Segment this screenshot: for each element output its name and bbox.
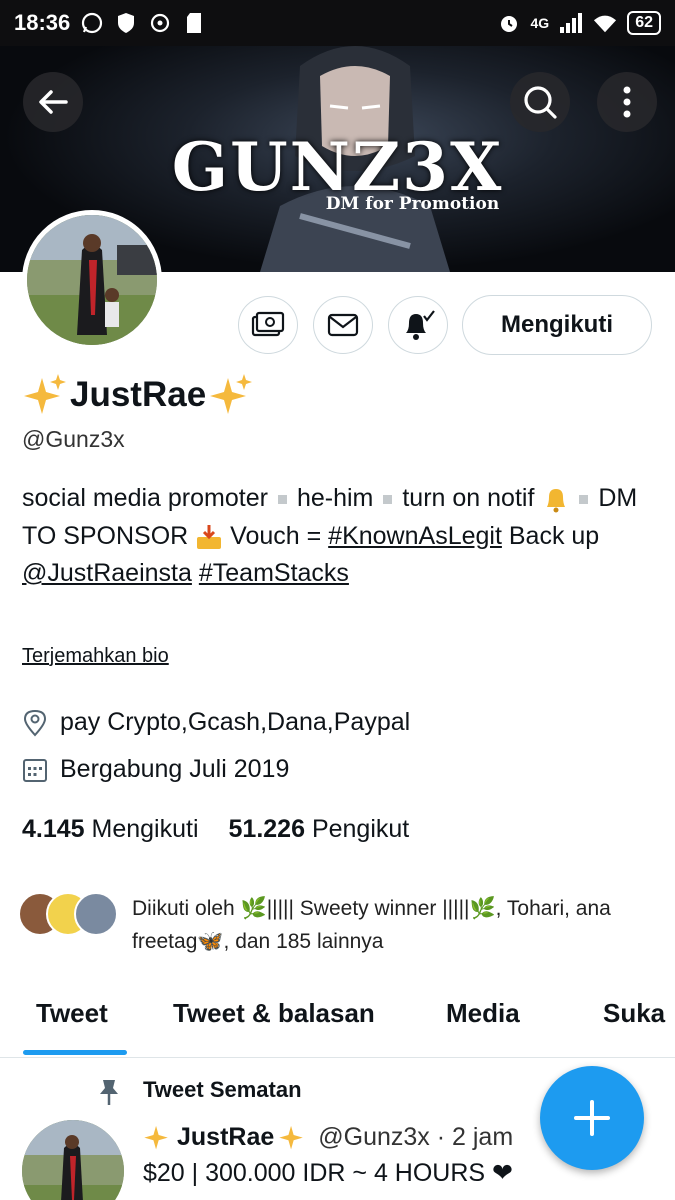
compose-tweet-button[interactable] xyxy=(540,1066,644,1170)
wifi-icon xyxy=(593,11,617,35)
followed-by-text: Diikuti oleh 🌿||||| Sweety winner |||||🌿… xyxy=(132,897,611,953)
bio-text: turn on notif xyxy=(402,484,535,512)
followers-link[interactable]: 51.226 Pengikut xyxy=(229,815,410,844)
following-label: Mengikuti xyxy=(91,815,199,843)
followers-label: Pengikut xyxy=(311,815,410,843)
message-button[interactable] xyxy=(313,296,373,354)
location-text: pay Crypto,Gcash,Dana,Paypal xyxy=(60,708,411,736)
avatar xyxy=(74,892,118,936)
sparkles-icon xyxy=(279,1125,304,1150)
joined-row: Bergabung Juli 2019 xyxy=(22,755,289,784)
more-vertical-icon xyxy=(623,86,631,118)
tips-button[interactable] xyxy=(238,296,298,354)
shield-icon xyxy=(114,11,138,35)
profile-bio: social media promoter he-him turn on notif… xyxy=(22,480,652,593)
calendar-icon xyxy=(23,758,47,782)
avatar-photo xyxy=(22,1120,124,1200)
back-button[interactable] xyxy=(23,72,83,132)
location-pin-icon xyxy=(23,709,47,736)
tab-likes[interactable]: Suka xyxy=(603,998,665,1029)
follow-stats: 4.145 Mengikuti 51.226 Pengikut xyxy=(22,815,409,844)
alarm-icon xyxy=(497,11,521,35)
sparkles-icon xyxy=(24,374,66,414)
whatsapp-icon xyxy=(80,11,104,35)
active-tab-indicator xyxy=(23,1050,127,1055)
tab-media[interactable]: Media xyxy=(446,998,520,1029)
status-bar: 18:36 4G 62 xyxy=(0,0,675,46)
tweet-header: JustRae @Gunz3x · 2 jam xyxy=(143,1122,513,1152)
location-row: pay Crypto,Gcash,Dana,Paypal xyxy=(22,708,410,737)
following-count: 4.145 xyxy=(22,815,85,843)
signal-icon xyxy=(559,11,583,35)
bell-emoji-icon xyxy=(547,489,566,513)
tweet-text: $20 | 300.000 IDR ~ 4 HOURS ❤ xyxy=(143,1159,513,1187)
mention-link[interactable]: @JustRaeinsta xyxy=(22,559,192,587)
tab-tweets-replies[interactable]: Tweet & balasan xyxy=(173,998,375,1029)
separator xyxy=(383,494,393,504)
joined-text: Bergabung Juli 2019 xyxy=(60,755,290,783)
display-name-text: JustRae xyxy=(70,375,207,414)
display-name: JustRae xyxy=(22,372,254,418)
search-button[interactable] xyxy=(510,72,570,132)
bio-text: Vouch = xyxy=(230,521,322,550)
chat-icon xyxy=(148,11,172,35)
sparkles-icon xyxy=(210,374,253,414)
money-icon xyxy=(251,311,285,337)
following-button[interactable]: Mengikuti xyxy=(462,295,652,355)
separator xyxy=(579,494,589,504)
followers-count: 51.226 xyxy=(228,815,305,843)
bio-text: Back up xyxy=(508,521,600,550)
pinned-tweet-label: Tweet Sematan xyxy=(143,1077,302,1102)
follower-avatars xyxy=(18,892,118,936)
tweet-avatar[interactable] xyxy=(22,1120,124,1200)
hashtag-link[interactable]: #KnownAsLegit xyxy=(328,522,502,550)
status-time: 18:36 xyxy=(14,10,71,35)
network-type: 4G xyxy=(530,15,550,31)
system-icons: 4G 62 xyxy=(497,11,661,35)
envelope-icon xyxy=(327,313,359,337)
plus-icon xyxy=(574,1100,610,1136)
profile-handle: @Gunz3x xyxy=(22,426,125,452)
hashtag-link[interactable]: #TeamStacks xyxy=(199,559,349,587)
separator xyxy=(277,494,287,504)
translate-bio-link[interactable]: Terjemahkan bio xyxy=(22,645,169,668)
arrow-left-icon xyxy=(39,90,68,114)
profile-tabs: Tweet Tweet & balasan Media Suka xyxy=(0,980,675,1058)
sd-card-icon xyxy=(182,11,206,35)
search-icon xyxy=(524,86,557,119)
more-options-button[interactable] xyxy=(597,72,657,132)
sparkles-icon xyxy=(144,1125,168,1150)
followed-by-row[interactable]: Diikuti oleh 🌿||||| Sweety winner |||||🌿… xyxy=(18,892,652,958)
profile-avatar[interactable] xyxy=(22,210,162,350)
bio-text: social media promoter xyxy=(22,484,268,512)
avatar-photo xyxy=(27,215,157,345)
notifications-button[interactable] xyxy=(388,296,448,354)
tweet-handle-time: @Gunz3x · 2 jam xyxy=(318,1122,514,1151)
battery-indicator: 62 xyxy=(627,11,661,35)
inbox-tray-icon xyxy=(197,524,222,549)
bio-text: he-him xyxy=(296,484,374,512)
tab-tweets[interactable]: Tweet xyxy=(36,998,108,1029)
bell-check-icon xyxy=(406,310,435,340)
notification-icons xyxy=(80,11,206,35)
following-link[interactable]: 4.145 Mengikuti xyxy=(22,815,199,844)
pin-icon xyxy=(100,1080,118,1105)
tweet-author-name[interactable]: JustRae xyxy=(177,1123,274,1152)
